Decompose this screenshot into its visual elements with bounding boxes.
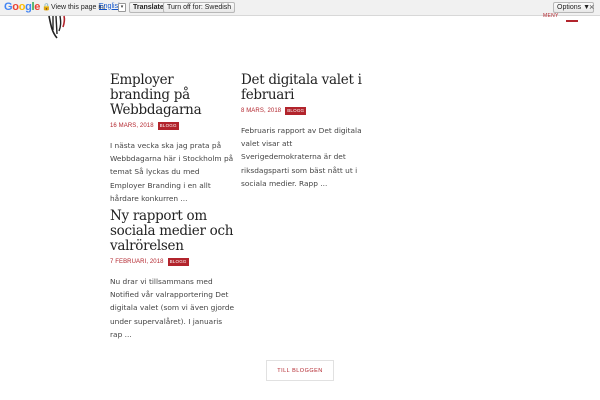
- post-card: Det digitala valet i februari 8 MARS, 20…: [241, 73, 367, 190]
- translate-bar: Google 🔒 View this page in: English ▾ Tr…: [0, 0, 600, 16]
- category-badge[interactable]: BLOGG: [285, 106, 307, 115]
- chevron-down-icon[interactable]: ▾: [118, 3, 126, 12]
- post-date: 8 MARS, 2018: [241, 107, 282, 114]
- options-button[interactable]: Options ▼: [553, 2, 594, 13]
- post-excerpt: I nästa vecka ska jag prata på Webbdagar…: [110, 141, 234, 203]
- post-date: 7 FEBRUARI, 2018: [110, 258, 164, 265]
- category-badge[interactable]: BLOGG: [157, 121, 179, 130]
- post-meta: 16 MARS, 2018 BLOGG: [110, 121, 236, 130]
- post-excerpt: Nu drar vi tillsammans med Notified vår …: [110, 277, 235, 339]
- translate-button[interactable]: Translate: [129, 2, 168, 13]
- turn-off-button[interactable]: Turn off for: Swedish: [163, 2, 236, 13]
- category-badge[interactable]: BLOGG: [167, 257, 189, 266]
- post-card: Employer branding på Webbdagarna 16 MARS…: [110, 73, 236, 205]
- translate-prefix: View this page in:: [51, 3, 106, 11]
- hamburger-icon[interactable]: [566, 20, 578, 22]
- post-excerpt: Februaris rapport av Det digitala valet …: [241, 126, 362, 188]
- google-logo: Google: [4, 1, 41, 13]
- to-blog-button[interactable]: TILL BLOGGEN: [266, 360, 334, 381]
- lock-icon: 🔒: [42, 4, 51, 11]
- post-title[interactable]: Ny rapport om sociala medier och valröre…: [110, 209, 236, 254]
- post-meta: 8 MARS, 2018 BLOGG: [241, 106, 367, 115]
- post-title[interactable]: Det digitala valet i februari: [241, 73, 367, 103]
- post-meta: 7 FEBRUARI, 2018 BLOGG: [110, 257, 236, 266]
- post-card: Ny rapport om sociala medier och valröre…: [110, 209, 236, 341]
- close-icon[interactable]: ×: [589, 2, 594, 13]
- post-date: 16 MARS, 2018: [110, 122, 154, 129]
- site-logo[interactable]: [46, 14, 68, 40]
- menu-label: MENY: [543, 13, 559, 19]
- post-title[interactable]: Employer branding på Webbdagarna: [110, 73, 236, 118]
